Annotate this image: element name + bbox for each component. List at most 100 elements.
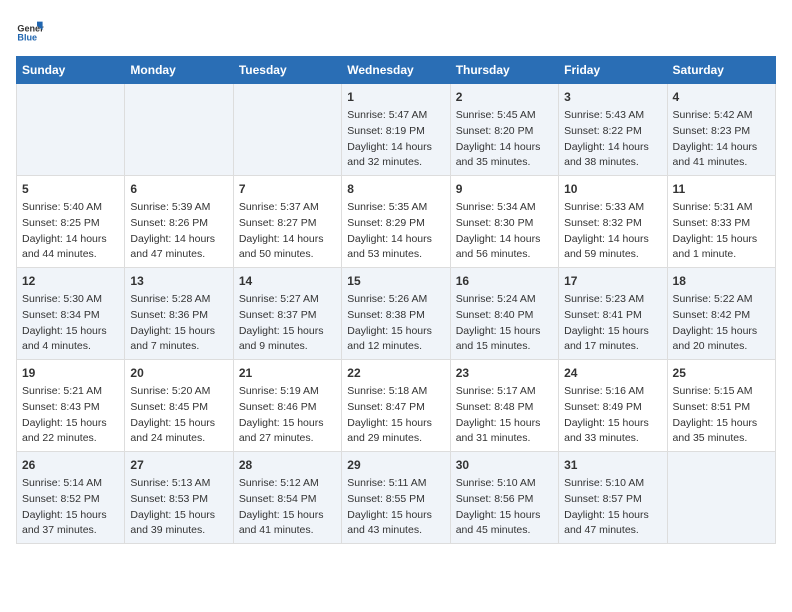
day-number: 4 [673,88,770,106]
day-number: 20 [130,364,227,382]
calendar-day-cell: 4 Sunrise: 5:42 AM Sunset: 8:23 PM Daylig… [667,84,775,176]
day-number: 12 [22,272,119,290]
weekday-header-cell: Saturday [667,57,775,84]
day-number: 2 [456,88,553,106]
day-info: Sunrise: 5:43 AM Sunset: 8:22 PM Dayligh… [564,108,661,171]
day-number: 3 [564,88,661,106]
day-info: Sunrise: 5:37 AM Sunset: 8:27 PM Dayligh… [239,200,336,263]
calendar-day-cell: 15 Sunrise: 5:26 AM Sunset: 8:38 PM Dayli… [342,268,450,360]
day-info: Sunrise: 5:10 AM Sunset: 8:57 PM Dayligh… [564,476,661,539]
day-number: 29 [347,456,444,474]
day-info: Sunrise: 5:35 AM Sunset: 8:29 PM Dayligh… [347,200,444,263]
weekday-header-cell: Monday [125,57,233,84]
calendar-day-cell: 8 Sunrise: 5:35 AM Sunset: 8:29 PM Daylig… [342,176,450,268]
day-info: Sunrise: 5:42 AM Sunset: 8:23 PM Dayligh… [673,108,770,171]
day-info: Sunrise: 5:39 AM Sunset: 8:26 PM Dayligh… [130,200,227,263]
day-info: Sunrise: 5:10 AM Sunset: 8:56 PM Dayligh… [456,476,553,539]
day-info: Sunrise: 5:20 AM Sunset: 8:45 PM Dayligh… [130,384,227,447]
calendar-day-cell: 22 Sunrise: 5:18 AM Sunset: 8:47 PM Dayli… [342,360,450,452]
weekday-header-cell: Sunday [17,57,125,84]
calendar-day-cell: 7 Sunrise: 5:37 AM Sunset: 8:27 PM Daylig… [233,176,341,268]
day-info: Sunrise: 5:47 AM Sunset: 8:19 PM Dayligh… [347,108,444,171]
calendar-day-cell: 30 Sunrise: 5:10 AM Sunset: 8:56 PM Dayli… [450,452,558,544]
day-info: Sunrise: 5:24 AM Sunset: 8:40 PM Dayligh… [456,292,553,355]
day-info: Sunrise: 5:28 AM Sunset: 8:36 PM Dayligh… [130,292,227,355]
day-info: Sunrise: 5:33 AM Sunset: 8:32 PM Dayligh… [564,200,661,263]
day-number: 11 [673,180,770,198]
day-info: Sunrise: 5:18 AM Sunset: 8:47 PM Dayligh… [347,384,444,447]
calendar-day-cell: 19 Sunrise: 5:21 AM Sunset: 8:43 PM Dayli… [17,360,125,452]
day-info: Sunrise: 5:11 AM Sunset: 8:55 PM Dayligh… [347,476,444,539]
day-info: Sunrise: 5:12 AM Sunset: 8:54 PM Dayligh… [239,476,336,539]
calendar-day-cell: 27Sunrise: 5:13 AM Sunset: 8:53 PM Dayli… [125,452,233,544]
calendar-week-row: 26 Sunrise: 5:14 AM Sunset: 8:52 PM Dayli… [17,452,776,544]
day-number: 5 [22,180,119,198]
day-info: Sunrise: 5:26 AM Sunset: 8:38 PM Dayligh… [347,292,444,355]
day-info: Sunrise: 5:45 AM Sunset: 8:20 PM Dayligh… [456,108,553,171]
day-info: Sunrise: 5:21 AM Sunset: 8:43 PM Dayligh… [22,384,119,447]
calendar-week-row: 5 Sunrise: 5:40 AM Sunset: 8:25 PM Daylig… [17,176,776,268]
calendar-day-cell: 10 Sunrise: 5:33 AM Sunset: 8:32 PM Dayli… [559,176,667,268]
calendar-day-cell: 3 Sunrise: 5:43 AM Sunset: 8:22 PM Daylig… [559,84,667,176]
calendar-day-cell: 25 Sunrise: 5:15 AM Sunset: 8:51 PM Dayli… [667,360,775,452]
day-number: 24 [564,364,661,382]
calendar-day-cell: 1Sunrise: 5:47 AM Sunset: 8:19 PM Daylig… [342,84,450,176]
weekday-header-row: SundayMondayTuesdayWednesdayThursdayFrid… [17,57,776,84]
calendar-day-cell: 18 Sunrise: 5:22 AM Sunset: 8:42 PM Dayli… [667,268,775,360]
calendar-day-cell [17,84,125,176]
calendar-day-cell: 20 Sunrise: 5:20 AM Sunset: 8:45 PM Dayli… [125,360,233,452]
calendar-table: SundayMondayTuesdayWednesdayThursdayFrid… [16,56,776,544]
day-info: Sunrise: 5:34 AM Sunset: 8:30 PM Dayligh… [456,200,553,263]
calendar-day-cell: 14Sunrise: 5:27 AM Sunset: 8:37 PM Dayli… [233,268,341,360]
day-number: 30 [456,456,553,474]
day-number: 13 [130,272,227,290]
calendar-day-cell: 23Sunrise: 5:17 AM Sunset: 8:48 PM Dayli… [450,360,558,452]
day-info: Sunrise: 5:13 AM Sunset: 8:53 PM Dayligh… [130,476,227,539]
day-number: 19 [22,364,119,382]
calendar-day-cell: 6 Sunrise: 5:39 AM Sunset: 8:26 PM Daylig… [125,176,233,268]
calendar-day-cell: 11Sunrise: 5:31 AM Sunset: 8:33 PM Dayli… [667,176,775,268]
calendar-day-cell: 17Sunrise: 5:23 AM Sunset: 8:41 PM Dayli… [559,268,667,360]
day-number: 22 [347,364,444,382]
day-number: 17 [564,272,661,290]
day-number: 26 [22,456,119,474]
day-info: Sunrise: 5:14 AM Sunset: 8:52 PM Dayligh… [22,476,119,539]
calendar-week-row: 1Sunrise: 5:47 AM Sunset: 8:19 PM Daylig… [17,84,776,176]
calendar-day-cell: 9Sunrise: 5:34 AM Sunset: 8:30 PM Daylig… [450,176,558,268]
day-info: Sunrise: 5:15 AM Sunset: 8:51 PM Dayligh… [673,384,770,447]
calendar-day-cell: 16Sunrise: 5:24 AM Sunset: 8:40 PM Dayli… [450,268,558,360]
day-number: 25 [673,364,770,382]
day-number: 28 [239,456,336,474]
calendar-day-cell: 12 Sunrise: 5:30 AM Sunset: 8:34 PM Dayli… [17,268,125,360]
day-number: 10 [564,180,661,198]
calendar-day-cell: 13 Sunrise: 5:28 AM Sunset: 8:36 PM Dayli… [125,268,233,360]
day-number: 7 [239,180,336,198]
day-info: Sunrise: 5:40 AM Sunset: 8:25 PM Dayligh… [22,200,119,263]
day-number: 21 [239,364,336,382]
calendar-day-cell: 21 Sunrise: 5:19 AM Sunset: 8:46 PM Dayli… [233,360,341,452]
day-info: Sunrise: 5:22 AM Sunset: 8:42 PM Dayligh… [673,292,770,355]
day-number: 18 [673,272,770,290]
day-info: Sunrise: 5:30 AM Sunset: 8:34 PM Dayligh… [22,292,119,355]
calendar-day-cell: 5 Sunrise: 5:40 AM Sunset: 8:25 PM Daylig… [17,176,125,268]
weekday-header-cell: Tuesday [233,57,341,84]
day-info: Sunrise: 5:27 AM Sunset: 8:37 PM Dayligh… [239,292,336,355]
calendar-day-cell [233,84,341,176]
day-number: 6 [130,180,227,198]
day-number: 15 [347,272,444,290]
svg-text:Blue: Blue [17,33,37,43]
day-info: Sunrise: 5:19 AM Sunset: 8:46 PM Dayligh… [239,384,336,447]
weekday-header-cell: Friday [559,57,667,84]
weekday-header-cell: Wednesday [342,57,450,84]
calendar-day-cell [667,452,775,544]
calendar-day-cell: 26 Sunrise: 5:14 AM Sunset: 8:52 PM Dayli… [17,452,125,544]
calendar-day-cell: 2 Sunrise: 5:45 AM Sunset: 8:20 PM Daylig… [450,84,558,176]
calendar-day-cell: 28 Sunrise: 5:12 AM Sunset: 8:54 PM Dayli… [233,452,341,544]
calendar-week-row: 12 Sunrise: 5:30 AM Sunset: 8:34 PM Dayli… [17,268,776,360]
calendar-day-cell [125,84,233,176]
calendar-day-cell: 24 Sunrise: 5:16 AM Sunset: 8:49 PM Dayli… [559,360,667,452]
day-number: 8 [347,180,444,198]
day-number: 31 [564,456,661,474]
day-info: Sunrise: 5:16 AM Sunset: 8:49 PM Dayligh… [564,384,661,447]
calendar-body: 1Sunrise: 5:47 AM Sunset: 8:19 PM Daylig… [17,84,776,544]
